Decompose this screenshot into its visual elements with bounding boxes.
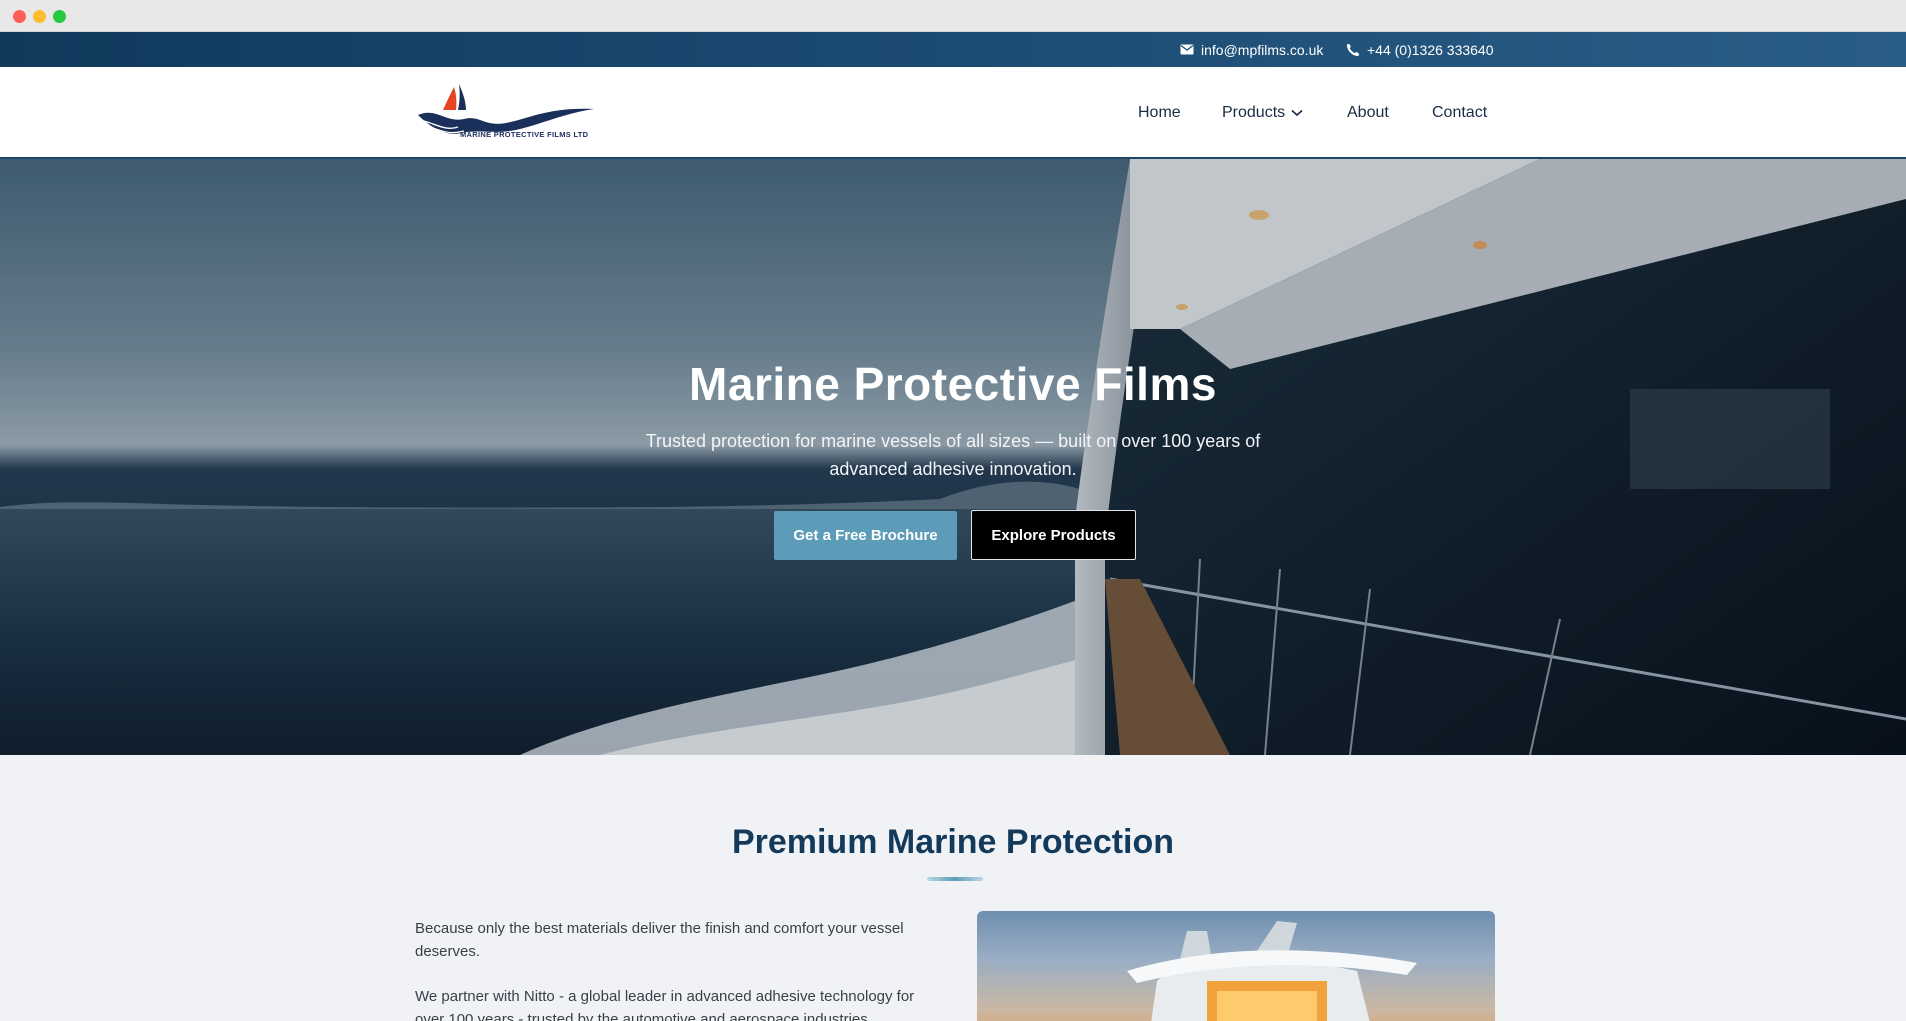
top-contact-bar: info@mpfilms.co.uk +44 (0)1326 333640 xyxy=(0,32,1906,67)
phone-icon xyxy=(1346,43,1360,56)
hero-title: Marine Protective Films xyxy=(689,358,1217,410)
nav-item-contact[interactable]: Contact xyxy=(1432,67,1487,159)
nav-item-label: About xyxy=(1347,104,1389,121)
nav-item-products[interactable]: Products xyxy=(1222,67,1303,159)
email-text: info@mpfilms.co.uk xyxy=(1201,41,1324,58)
company-logo[interactable] xyxy=(416,79,596,151)
nav-item-about[interactable]: About xyxy=(1347,67,1389,159)
phone-link[interactable]: +44 (0)1326 333640 xyxy=(1346,32,1494,67)
window-titlebar xyxy=(0,0,1906,32)
nav-item-label: Home xyxy=(1138,104,1181,121)
section-title: Premium Marine Protection xyxy=(731,823,1175,861)
nav-item-home[interactable]: Home xyxy=(1138,67,1181,159)
nav-item-label: Contact xyxy=(1432,104,1488,121)
nav-item-label: Products xyxy=(1222,104,1286,121)
title-underline-divider xyxy=(927,877,983,881)
intro-paragraph: Because only the best materials deliver … xyxy=(415,920,904,960)
yacht-photo-illustration xyxy=(1127,921,1417,1021)
maximize-window-button[interactable] xyxy=(53,10,66,23)
yacht-photo xyxy=(977,911,1495,1021)
chevron-down-icon xyxy=(1291,109,1303,117)
email-link[interactable]: info@mpfilms.co.uk xyxy=(1180,32,1323,67)
explore-products-button[interactable]: Explore Products xyxy=(971,510,1136,560)
phone-text: +44 (0)1326 333640 xyxy=(1367,41,1494,58)
envelope-icon xyxy=(1180,44,1194,55)
close-window-button[interactable] xyxy=(13,10,26,23)
minimize-window-button[interactable] xyxy=(33,10,46,23)
main-navigation: MARINE PROTECTIVE FILMS LTD Home Product… xyxy=(0,67,1906,159)
intro-paragraph: We partner with Nitto - a global leader … xyxy=(415,988,915,1021)
hero-section: Marine Protective Films Trusted protecti… xyxy=(0,159,1906,755)
hero-subtitle: Trusted protection for marine vessels of… xyxy=(645,431,1261,479)
get-free-brochure-button[interactable]: Get a Free Brochure xyxy=(774,511,957,560)
logo-text: MARINE PROTECTIVE FILMS LTD xyxy=(460,130,589,139)
